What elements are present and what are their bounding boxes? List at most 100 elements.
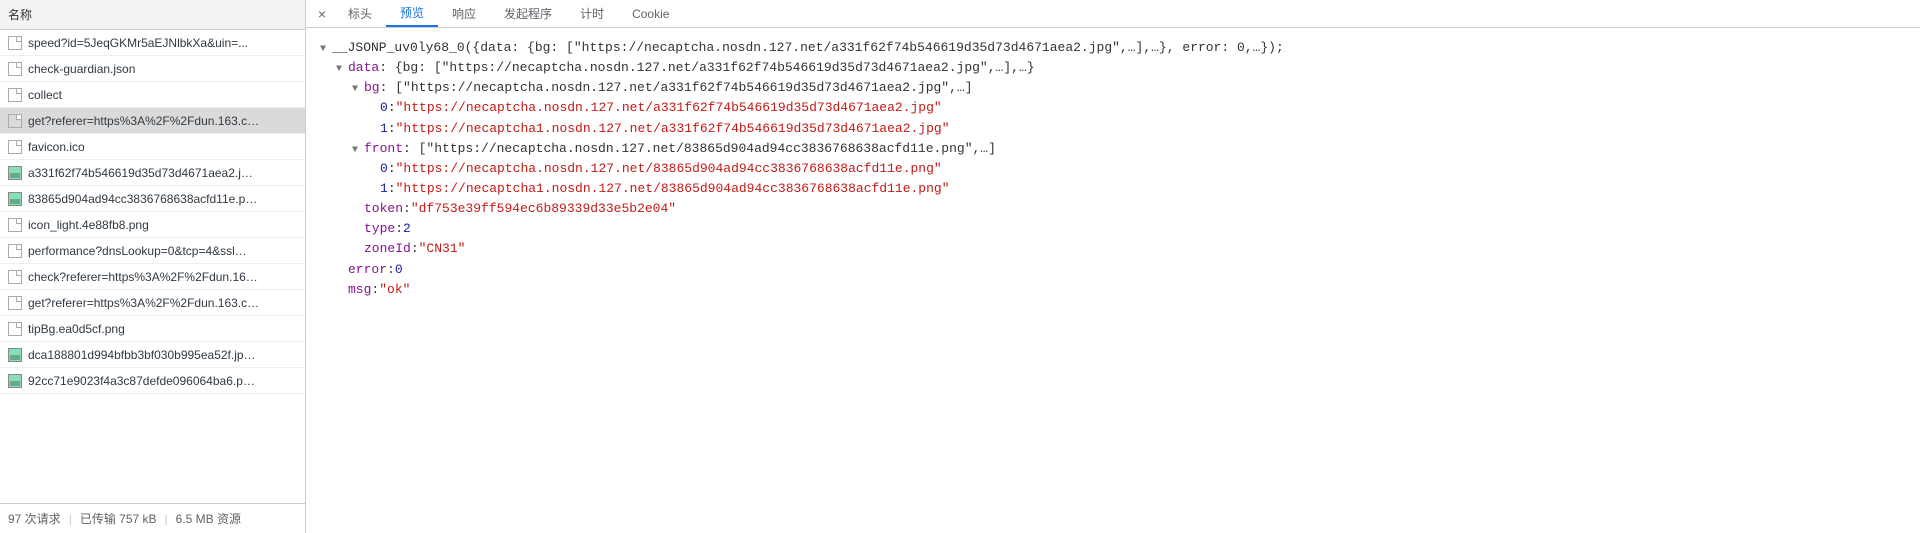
json-colon: : <box>388 179 396 199</box>
json-bg-1[interactable]: ▼ 1 : "https://necaptcha1.nosdn.127.net/… <box>320 119 1906 139</box>
detail-tabs: × 标头预览响应发起程序计时Cookie <box>306 0 1920 28</box>
request-name: tipBg.ea0d5cf.png <box>28 322 125 336</box>
document-file-icon <box>8 62 22 76</box>
tab-5[interactable]: Cookie <box>618 0 683 27</box>
json-suffix: : ["https://necaptcha.nosdn.127.net/8386… <box>403 139 996 159</box>
request-row[interactable]: favicon.ico <box>0 134 305 160</box>
request-row[interactable]: speed?id=5JeqGKMr5aEJNlbkXa&uin=... <box>0 30 305 56</box>
json-key: type <box>364 219 395 239</box>
request-row[interactable]: a331f62f74b546619d35d73d4671aea2.j… <box>0 160 305 186</box>
request-name: get?referer=https%3A%2F%2Fdun.163.c… <box>28 114 259 128</box>
request-name: 92cc71e9023f4a3c87defde096064ba6.p… <box>28 374 255 388</box>
network-right-panel: × 标头预览响应发起程序计时Cookie ▼ __JSONP_uv0ly68_0… <box>306 0 1920 533</box>
request-list: speed?id=5JeqGKMr5aEJNlbkXa&uin=... check… <box>0 30 305 503</box>
json-data-line[interactable]: ▼ data : {bg: ["https://necaptcha.nosdn.… <box>320 58 1906 78</box>
tab-4[interactable]: 计时 <box>566 0 618 27</box>
transferred-size: 已传输 757 kB <box>80 510 157 527</box>
network-column-header[interactable]: 名称 <box>0 0 305 30</box>
json-string-value: "df753e39ff594ec6b89339d33e5b2e04" <box>411 199 676 219</box>
image-file-icon <box>8 348 22 362</box>
json-colon: : <box>371 280 379 300</box>
request-row[interactable]: icon_light.4e88fb8.png <box>0 212 305 238</box>
tab-0[interactable]: 标头 <box>334 0 386 27</box>
request-name: performance?dnsLookup=0&tcp=4&ssl… <box>28 244 247 258</box>
network-left-panel: 名称 speed?id=5JeqGKMr5aEJNlbkXa&uin=... ch… <box>0 0 306 533</box>
json-colon: : <box>388 98 396 118</box>
json-root-text: __JSONP_uv0ly68_0({data: {bg: ["https://… <box>332 38 1284 58</box>
json-root-line[interactable]: ▼ __JSONP_uv0ly68_0({data: {bg: ["https:… <box>320 38 1906 58</box>
expand-toggle-icon[interactable]: ▼ <box>352 82 362 98</box>
json-colon: : <box>395 219 403 239</box>
request-name: icon_light.4e88fb8.png <box>28 218 149 232</box>
json-number-value: 2 <box>403 219 411 239</box>
request-name: 83865d904ad94cc3836768638acfd11e.p… <box>28 192 257 206</box>
json-bg-line[interactable]: ▼ bg : ["https://necaptcha.nosdn.127.net… <box>320 78 1906 98</box>
resources-size: 6.5 MB 资源 <box>176 510 241 527</box>
request-name: dca188801d994bfbb3bf030b995ea52f.jp… <box>28 348 256 362</box>
image-file-icon <box>8 374 22 388</box>
json-index: 0 <box>380 159 388 179</box>
json-front-0[interactable]: ▼ 0 : "https://necaptcha.nosdn.127.net/8… <box>320 159 1906 179</box>
json-error-line[interactable]: ▼ error : 0 <box>320 260 1906 280</box>
json-colon: : <box>387 260 395 280</box>
expand-toggle-icon[interactable]: ▼ <box>320 42 330 58</box>
document-file-icon <box>8 296 22 310</box>
request-name: check-guardian.json <box>28 62 135 76</box>
document-file-icon <box>8 36 22 50</box>
json-number-value: 0 <box>395 260 403 280</box>
request-row[interactable]: get?referer=https%3A%2F%2Fdun.163.c… <box>0 108 305 134</box>
request-name: collect <box>28 88 62 102</box>
expand-toggle-icon[interactable]: ▼ <box>336 62 346 78</box>
footer-separator: | <box>69 512 72 526</box>
request-row[interactable]: 83865d904ad94cc3836768638acfd11e.p… <box>0 186 305 212</box>
request-row[interactable]: check-guardian.json <box>0 56 305 82</box>
requests-count: 97 次请求 <box>8 510 61 527</box>
document-file-icon <box>8 270 22 284</box>
image-file-icon <box>8 192 22 206</box>
json-string-value: "https://necaptcha1.nosdn.127.net/83865d… <box>396 179 950 199</box>
close-icon[interactable]: × <box>312 6 332 22</box>
json-index: 1 <box>380 119 388 139</box>
json-key: msg <box>348 280 371 300</box>
json-index: 0 <box>380 98 388 118</box>
json-string-value: "ok" <box>379 280 410 300</box>
json-front-line[interactable]: ▼ front : ["https://necaptcha.nosdn.127.… <box>320 139 1906 159</box>
json-token-line[interactable]: ▼ token : "df753e39ff594ec6b89339d33e5b2… <box>320 199 1906 219</box>
tab-2[interactable]: 响应 <box>438 0 490 27</box>
json-key: front <box>364 139 403 159</box>
expand-toggle-icon[interactable]: ▼ <box>352 143 362 159</box>
request-name: a331f62f74b546619d35d73d4671aea2.j… <box>28 166 253 180</box>
tab-3[interactable]: 发起程序 <box>490 0 566 27</box>
json-key: data <box>348 58 379 78</box>
json-suffix: : {bg: ["https://necaptcha.nosdn.127.net… <box>379 58 1034 78</box>
json-colon: : <box>411 239 419 259</box>
image-file-icon <box>8 166 22 180</box>
request-name: speed?id=5JeqGKMr5aEJNlbkXa&uin=... <box>28 36 248 50</box>
json-key: zoneId <box>364 239 411 259</box>
json-bg-0[interactable]: ▼ 0 : "https://necaptcha.nosdn.127.net/a… <box>320 98 1906 118</box>
document-file-icon <box>8 114 22 128</box>
json-colon: : <box>403 199 411 219</box>
request-row[interactable]: performance?dnsLookup=0&tcp=4&ssl… <box>0 238 305 264</box>
json-msg-line[interactable]: ▼ msg : "ok" <box>320 280 1906 300</box>
request-row[interactable]: tipBg.ea0d5cf.png <box>0 316 305 342</box>
document-file-icon <box>8 140 22 154</box>
network-status-bar: 97 次请求 | 已传输 757 kB | 6.5 MB 资源 <box>0 503 305 533</box>
request-row[interactable]: collect <box>0 82 305 108</box>
json-index: 1 <box>380 179 388 199</box>
json-zoneid-line[interactable]: ▼ zoneId : "CN31" <box>320 239 1906 259</box>
json-string-value: "https://necaptcha.nosdn.127.net/83865d9… <box>396 159 942 179</box>
request-name: get?referer=https%3A%2F%2Fdun.163.c… <box>28 296 259 310</box>
json-colon: : <box>388 119 396 139</box>
json-front-1[interactable]: ▼ 1 : "https://necaptcha1.nosdn.127.net/… <box>320 179 1906 199</box>
request-name: check?referer=https%3A%2F%2Fdun.16… <box>28 270 258 284</box>
request-row[interactable]: check?referer=https%3A%2F%2Fdun.16… <box>0 264 305 290</box>
document-file-icon <box>8 244 22 258</box>
request-row[interactable]: get?referer=https%3A%2F%2Fdun.163.c… <box>0 290 305 316</box>
json-key: token <box>364 199 403 219</box>
request-row[interactable]: 92cc71e9023f4a3c87defde096064ba6.p… <box>0 368 305 394</box>
request-name: favicon.ico <box>28 140 85 154</box>
tab-1[interactable]: 预览 <box>386 0 438 27</box>
json-type-line[interactable]: ▼ type : 2 <box>320 219 1906 239</box>
request-row[interactable]: dca188801d994bfbb3bf030b995ea52f.jp… <box>0 342 305 368</box>
